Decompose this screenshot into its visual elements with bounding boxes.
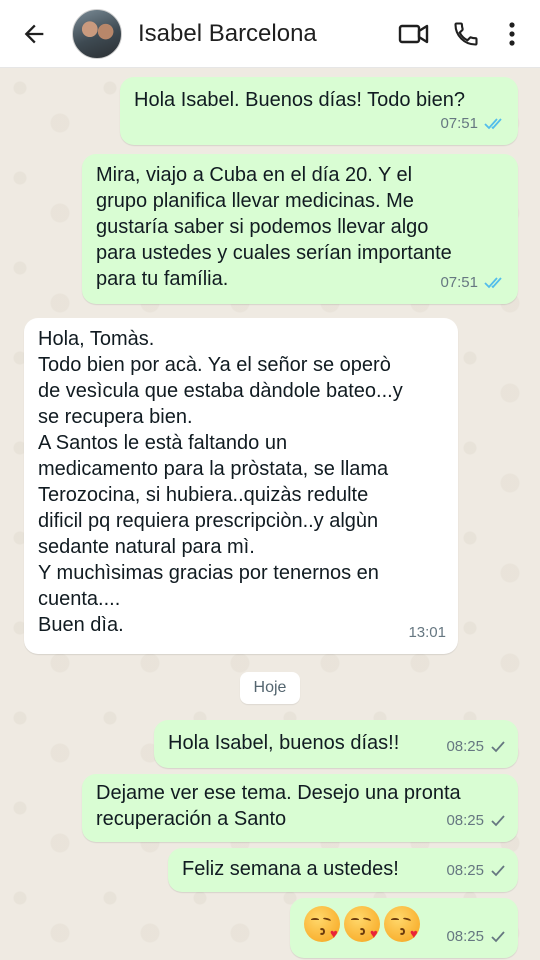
- message-meta: 07:51: [440, 111, 506, 137]
- message-meta: 07:51: [440, 270, 506, 296]
- message-meta: 08:25: [446, 734, 506, 760]
- message-text: Dejame ver ese tema. Desejo una pronta r…: [96, 782, 461, 830]
- day-divider: Hoje: [240, 672, 300, 704]
- video-call-button[interactable]: [388, 0, 440, 68]
- single-check-icon: [491, 931, 505, 943]
- single-check-icon: [491, 865, 505, 877]
- kissing-heart-emoji-icon: ♥: [384, 906, 420, 942]
- message-bubble-incoming[interactable]: Hola, Tomàs. Todo bien por acà. Ya el se…: [24, 318, 458, 654]
- single-check-icon: [491, 815, 505, 827]
- message-meta: 13:01: [408, 620, 446, 646]
- chat-header: Isabel Barcelona: [0, 0, 540, 68]
- message-bubble-outgoing[interactable]: Dejame ver ese tema. Desejo una pronta r…: [82, 774, 518, 842]
- message-time: 08:25: [446, 738, 484, 755]
- double-check-icon: [484, 118, 502, 130]
- video-call-icon: [398, 24, 429, 43]
- single-check-icon: [491, 741, 505, 753]
- message-meta: 08:25: [446, 808, 506, 834]
- back-button[interactable]: [6, 0, 62, 68]
- more-options-icon: [509, 21, 515, 46]
- message-text: Hola Isabel. Buenos días! Todo bien?: [134, 89, 465, 111]
- voice-call-button[interactable]: [440, 0, 492, 68]
- message-time: 13:01: [408, 624, 446, 641]
- contact-name[interactable]: Isabel Barcelona: [138, 20, 388, 48]
- kissing-heart-emoji-icon: ♥: [304, 906, 340, 942]
- message-time: 07:51: [440, 274, 478, 291]
- avatar[interactable]: [72, 8, 122, 59]
- message-time: 07:51: [440, 115, 478, 132]
- kissing-heart-emoji-icon: ♥: [344, 906, 380, 942]
- message-meta: 08:25: [446, 858, 506, 884]
- message-time: 08:25: [446, 928, 484, 945]
- voice-call-icon: [454, 21, 478, 46]
- message-bubble-outgoing[interactable]: Hola Isabel, buenos días!! 08:25: [154, 720, 518, 768]
- message-bubble-outgoing[interactable]: ♥ ♥ ♥ 08:25: [290, 898, 518, 958]
- message-time: 08:25: [446, 862, 484, 879]
- more-options-button[interactable]: [492, 0, 532, 68]
- message-bubble-outgoing[interactable]: Mira, viajo a Cuba en el día 20. Y el gr…: [82, 154, 518, 304]
- message-time: 08:25: [446, 812, 484, 829]
- message-text: Hola, Tomàs. Todo bien por acà. Ya el se…: [38, 328, 403, 636]
- message-bubble-outgoing[interactable]: Feliz semana a ustedes! 08:25: [168, 848, 518, 892]
- back-arrow-icon: [24, 24, 44, 43]
- double-check-icon: [484, 277, 502, 289]
- message-meta: 08:25: [446, 924, 506, 950]
- message-bubble-outgoing[interactable]: Hola Isabel. Buenos días! Todo bien? 07:…: [120, 77, 518, 145]
